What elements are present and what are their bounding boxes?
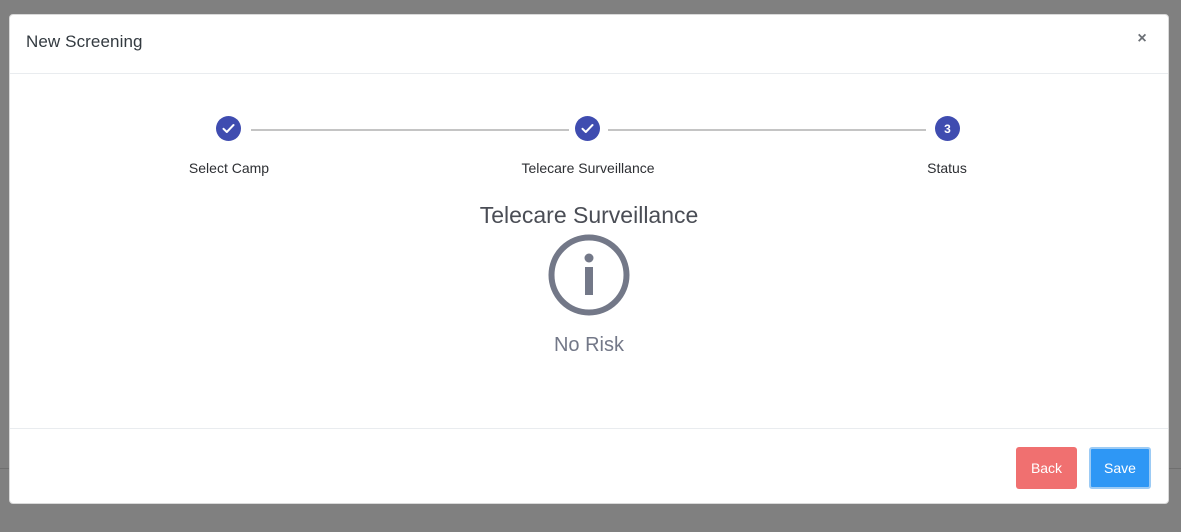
stepper: Select Camp Telecare Surveillance 3 Stat… [10, 15, 1168, 215]
step-1-complete-check-icon [216, 116, 241, 141]
info-circle-icon [548, 234, 630, 316]
check-icon [581, 124, 594, 133]
step-3-label: Status [927, 160, 967, 176]
step-2-label: Telecare Surveillance [521, 160, 655, 176]
result-status: No Risk [553, 334, 625, 356]
step-3-number: 3 [935, 116, 960, 141]
save-button[interactable]: Save [1089, 447, 1151, 489]
modal-footer: Back Save [10, 428, 1168, 503]
new-screening-modal: New Screening × Select Camp Telecare Sur… [9, 14, 1169, 504]
check-icon [222, 124, 235, 133]
step-1-label: Select Camp [188, 160, 270, 176]
step-connector-2 [608, 129, 926, 131]
back-button[interactable]: Back [1016, 447, 1077, 489]
step-connector-1 [251, 129, 569, 131]
step-2-complete-check-icon [575, 116, 600, 141]
result-title: Telecare Surveillance [479, 202, 699, 228]
